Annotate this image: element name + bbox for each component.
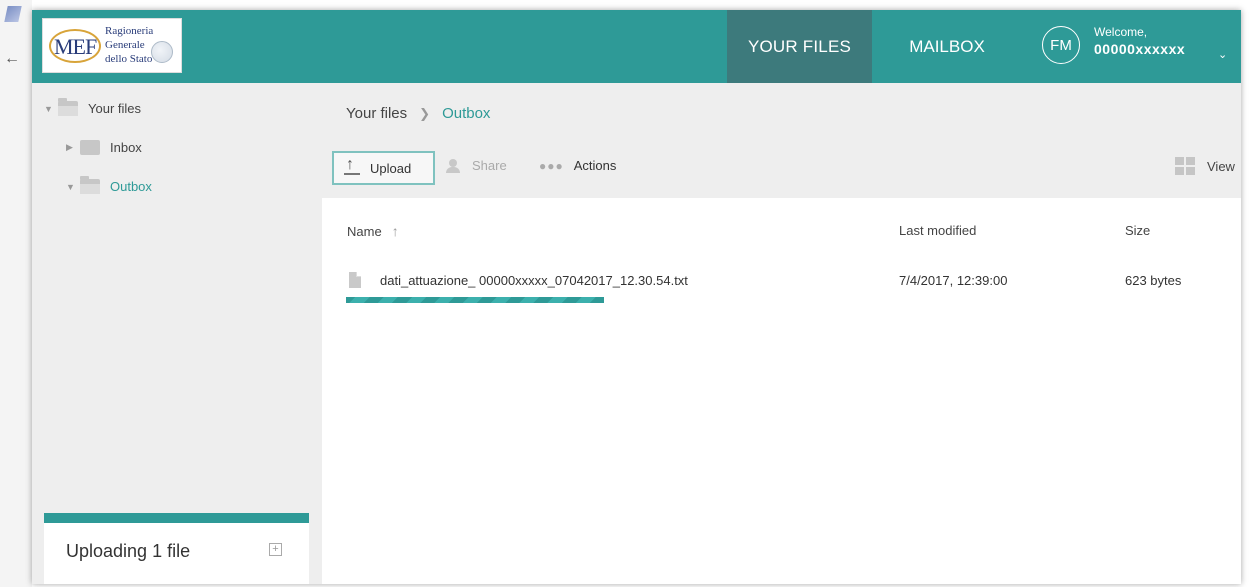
nav-mailbox[interactable]: MAILBOX (872, 10, 1022, 83)
main-content: Your files ❯ Outbox Upload Share ●●● Act… (322, 83, 1241, 584)
tree-label-inbox: Inbox (110, 140, 142, 155)
file-size: 623 bytes (1125, 273, 1182, 288)
caret-right-icon[interactable]: ▶ (66, 142, 80, 153)
upload-status-text: Uploading 1 file (66, 541, 191, 561)
browser-left-strip: ← (0, 0, 32, 587)
upload-status-bar (44, 513, 309, 523)
view-button[interactable]: View (1175, 157, 1235, 175)
share-label: Share (472, 158, 507, 173)
top-header: MEF Ragioneria Generale dello Stato YOUR… (32, 10, 1241, 83)
screenshot-frame: ← MEF Ragioneria Generale dello Stato YO… (0, 0, 1251, 587)
column-header-modified[interactable]: Last modified (899, 223, 976, 238)
nav-your-files[interactable]: YOUR FILES (727, 10, 872, 83)
breadcrumb-chevron-icon: ❯ (419, 105, 431, 121)
share-icon (446, 158, 462, 173)
logo-line-1: Ragioneria (105, 25, 154, 37)
upload-label: Upload (370, 160, 412, 176)
tree-label-outbox: Outbox (110, 179, 152, 194)
back-arrow-icon[interactable]: ← (4, 50, 20, 68)
actions-button[interactable]: ●●● Actions (539, 158, 616, 173)
file-name[interactable]: dati_attuazione_ 00000xxxxx_07042017_12.… (380, 273, 688, 288)
chevron-down-icon[interactable]: ⌄ (1218, 48, 1227, 61)
folder-icon (80, 140, 100, 155)
tree-label-root: Your files (88, 101, 141, 116)
sort-ascending-icon[interactable]: ↑ (392, 223, 399, 239)
upload-progress-fill (346, 297, 604, 303)
grid-view-icon (1175, 157, 1195, 175)
table-row[interactable]: dati_attuazione_ 00000xxxxx_07042017_12.… (322, 266, 1241, 306)
tree-item-outbox[interactable]: ▼ Outbox (66, 176, 152, 194)
breadcrumb: Your files ❯ Outbox (346, 105, 490, 122)
column-header-name[interactable]: Name ↑ (347, 223, 399, 239)
folder-open-icon (58, 98, 78, 116)
logo-mark-text: MEF (54, 34, 97, 59)
view-label: View (1207, 158, 1235, 174)
user-name[interactable]: 00000xxxxxx (1094, 41, 1185, 57)
actions-label: Actions (573, 158, 617, 173)
mef-logo[interactable]: MEF Ragioneria Generale dello Stato (42, 18, 182, 73)
document-icon (349, 272, 361, 288)
breadcrumb-current: Outbox (442, 105, 491, 122)
tree-item-your-files[interactable]: ▼ Your files (44, 98, 141, 116)
tree-item-inbox[interactable]: ▶ Inbox (66, 140, 142, 155)
logo-line-2: Generale (105, 39, 145, 51)
file-modified: 7/4/2017, 12:39:00 (899, 273, 1008, 288)
logo-line-3: dello Stato (105, 53, 153, 65)
upload-progress-bar (346, 297, 604, 303)
welcome-text: Welcome, (1094, 25, 1148, 39)
upload-icon (344, 156, 360, 176)
upload-status-panel: Uploading 1 file + (44, 513, 309, 584)
caret-down-icon[interactable]: ▼ (66, 182, 80, 192)
folder-sidebar: ▼ Your files ▶ Inbox ▼ Outbox Uploading … (32, 83, 322, 584)
mef-logo-mark: MEF (49, 29, 101, 63)
breadcrumb-root[interactable]: Your files (346, 105, 407, 122)
share-button[interactable]: Share (446, 158, 507, 173)
caret-down-icon[interactable]: ▼ (44, 104, 58, 114)
upload-button[interactable]: Upload (332, 151, 435, 185)
globe-emblem-icon (151, 41, 173, 63)
user-avatar[interactable]: FM (1042, 26, 1080, 64)
folder-open-icon (80, 176, 100, 194)
column-name-label: Name (347, 224, 382, 239)
window-corner-decoration (4, 6, 22, 22)
toolbar-area: Your files ❯ Outbox Upload Share ●●● Act… (322, 83, 1241, 198)
logo-text: Ragioneria Generale dello Stato (105, 24, 153, 66)
app-window: MEF Ragioneria Generale dello Stato YOUR… (32, 10, 1241, 584)
more-dots-icon: ●●● (539, 158, 564, 173)
expand-plus-icon[interactable]: + (269, 543, 282, 556)
column-header-size[interactable]: Size (1125, 223, 1150, 238)
